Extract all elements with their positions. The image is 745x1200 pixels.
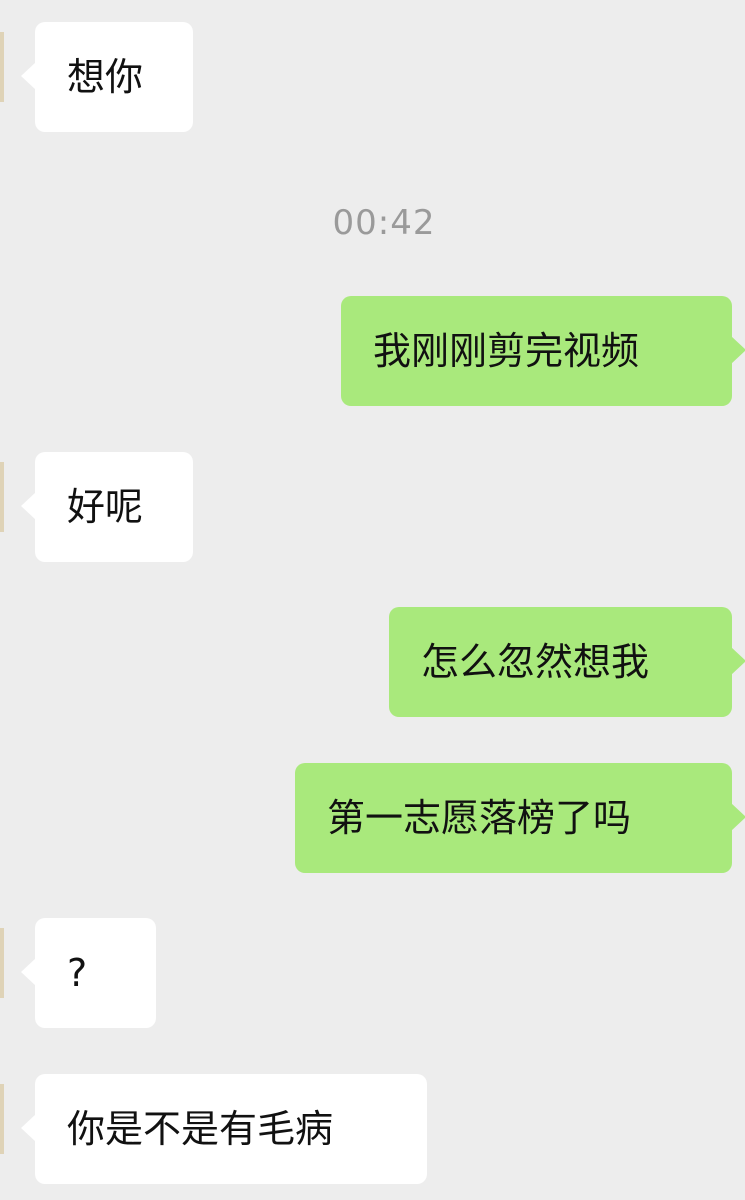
contact-avatar[interactable] xyxy=(0,1084,4,1154)
outgoing-message-bubble[interactable]: 怎么忽然想我 xyxy=(389,607,745,717)
message-timestamp: 00:42 xyxy=(332,203,436,243)
incoming-message-bubble[interactable]: ? xyxy=(21,918,156,1028)
outgoing-message-bubble[interactable]: 我刚刚剪完视频 xyxy=(341,296,745,406)
incoming-message-bubble[interactable]: 好呢 xyxy=(21,452,193,562)
contact-avatar[interactable] xyxy=(0,928,4,998)
contact-avatar[interactable] xyxy=(0,462,4,532)
incoming-message-bubble[interactable]: 想你 xyxy=(21,22,193,132)
contact-avatar[interactable] xyxy=(0,32,4,102)
outgoing-message-bubble[interactable]: 第一志愿落榜了吗 xyxy=(295,763,745,873)
incoming-message-bubble[interactable]: 你是不是有毛病 xyxy=(21,1074,427,1184)
